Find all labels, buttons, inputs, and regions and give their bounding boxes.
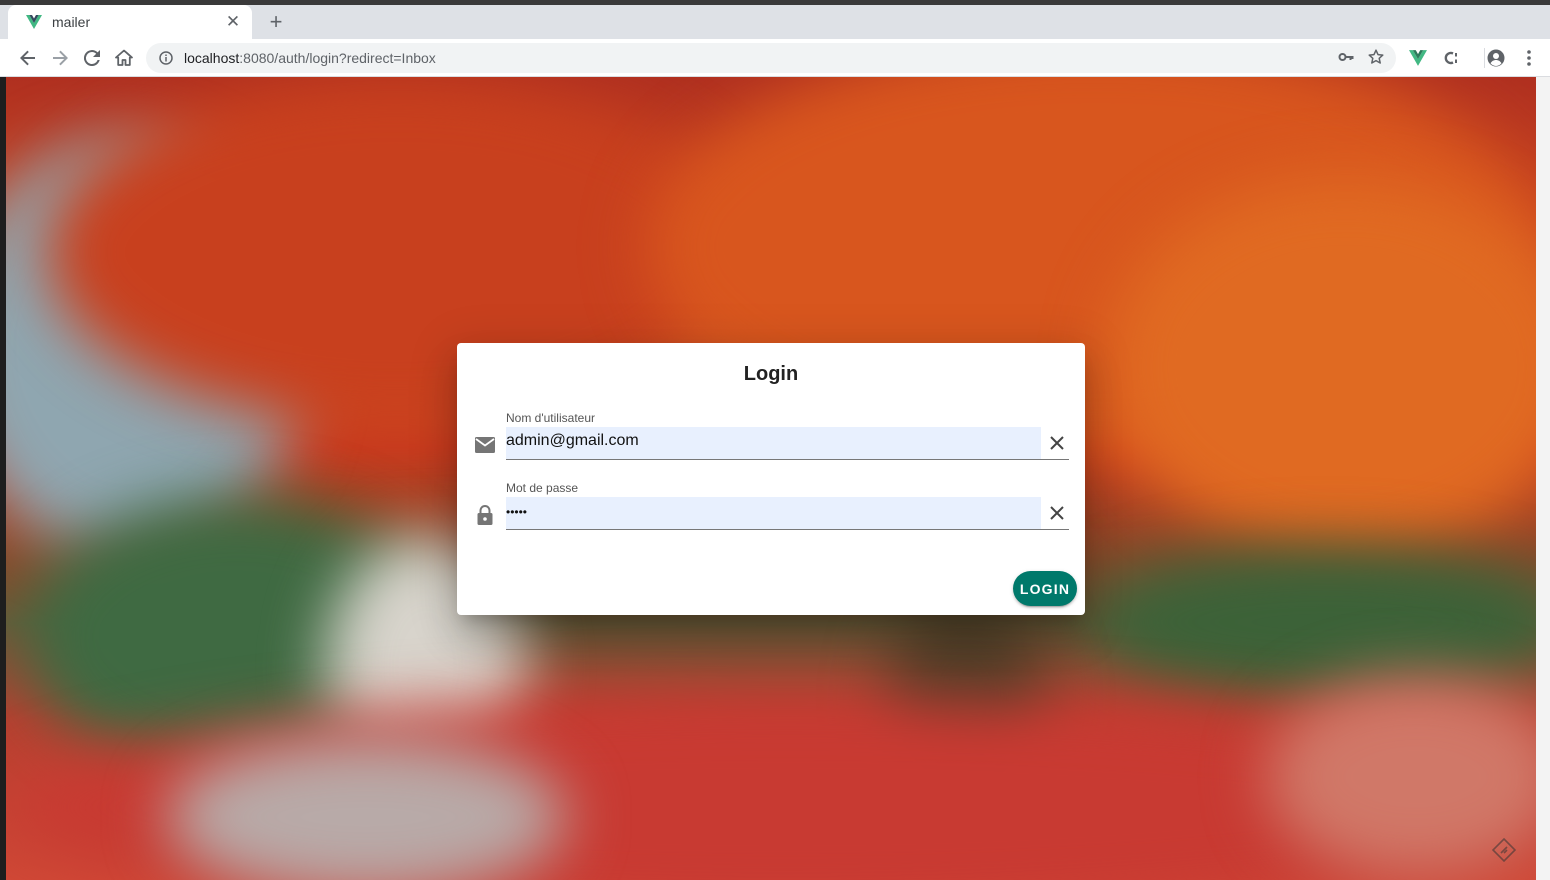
username-value: admin@gmail.com (506, 432, 639, 449)
password-input[interactable]: ••••• (506, 497, 1069, 530)
username-label: Nom d'utilisateur (506, 411, 595, 425)
profile-icon[interactable] (1486, 48, 1506, 68)
lock-icon (473, 503, 497, 527)
window-edge-right (1536, 77, 1550, 880)
tab-strip: mailer ✕ + (0, 5, 1550, 39)
password-label: Mot de passe (506, 481, 579, 495)
browser-tab[interactable]: mailer ✕ (8, 5, 252, 39)
back-icon[interactable] (16, 46, 40, 70)
login-button[interactable]: LOGIN (1013, 571, 1077, 606)
menu-icon[interactable] (1519, 48, 1539, 68)
mail-icon (473, 433, 497, 457)
tab-title: mailer (52, 14, 91, 30)
password-field: Mot de passe ••••• (473, 481, 1069, 531)
vue-logo-icon (26, 14, 42, 30)
autofill-background: admin@gmail.com (506, 427, 1041, 459)
username-input[interactable]: admin@gmail.com (506, 427, 1069, 460)
browser-toolbar: localhost:8080/auth/login?redirect=Inbox (0, 39, 1550, 77)
username-field: Nom d'utilisateur admin@gmail.com (473, 411, 1069, 461)
forward-icon[interactable] (48, 46, 72, 70)
dialog-title: Login (743, 363, 799, 385)
password-value: ••••• (506, 505, 528, 519)
extension-icon[interactable] (1440, 48, 1460, 68)
key-icon[interactable] (1338, 49, 1354, 70)
clear-password-icon[interactable] (1045, 501, 1069, 525)
new-tab-button[interactable]: + (264, 9, 288, 34)
star-icon[interactable] (1368, 49, 1384, 70)
clear-username-icon[interactable] (1045, 431, 1069, 455)
vue-devtools-icon[interactable] (1408, 48, 1428, 68)
login-dialog: Login Nom d'utilisateur admin@gmail.com … (457, 343, 1085, 615)
info-icon[interactable] (158, 50, 174, 66)
vuetify-badge-icon[interactable] (1491, 837, 1517, 863)
address-bar[interactable]: localhost:8080/auth/login?redirect=Inbox (146, 43, 1396, 73)
close-tab-icon[interactable]: ✕ (224, 12, 242, 31)
url-path: :8080/auth/login?redirect=Inbox (239, 50, 436, 66)
reload-icon[interactable] (80, 46, 104, 70)
home-icon[interactable] (112, 46, 136, 70)
autofill-background: ••••• (506, 497, 1041, 529)
url-host: localhost (184, 50, 240, 66)
